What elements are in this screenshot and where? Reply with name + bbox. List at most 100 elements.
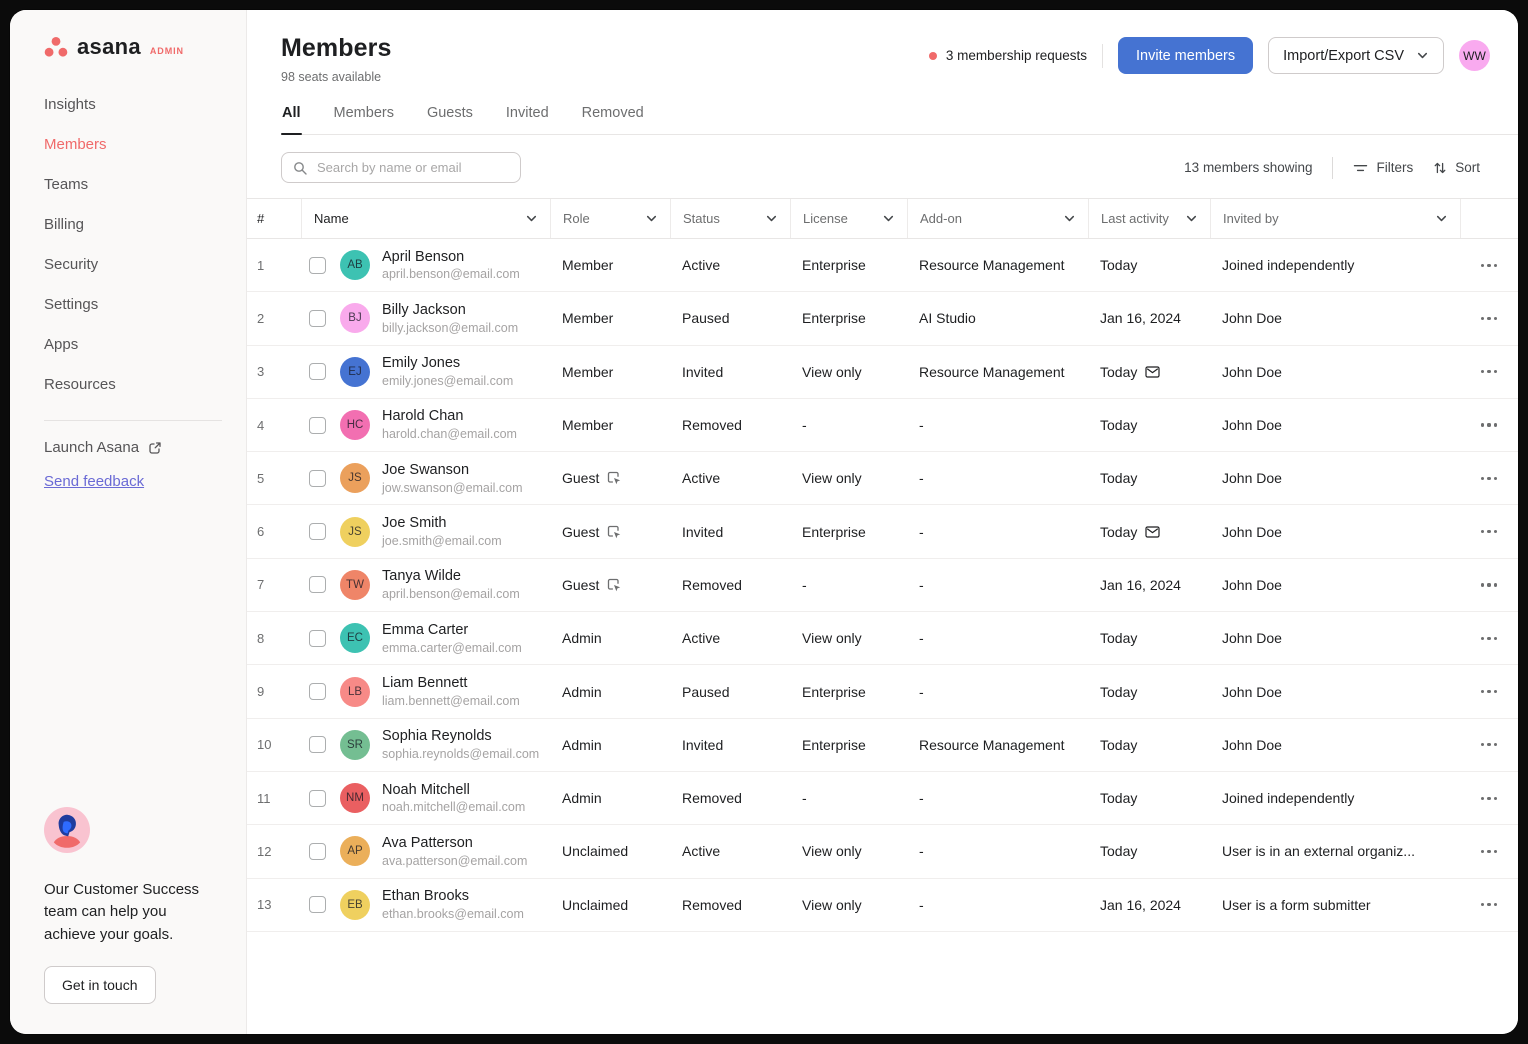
role-label: Guest <box>562 577 599 593</box>
row-number: 11 <box>247 791 301 806</box>
row-number: 4 <box>247 418 301 433</box>
overflow-menu-icon[interactable] <box>1475 682 1504 701</box>
sidebar-item-teams[interactable]: Teams <box>10 164 246 204</box>
actions-cell <box>1460 522 1518 541</box>
license-cell: Enterprise <box>790 310 907 326</box>
actions-cell <box>1460 575 1518 594</box>
role-label: Unclaimed <box>562 843 628 859</box>
name-cell: NMNoah Mitchellnoah.mitchell@email.com <box>301 781 550 816</box>
member-name: Noah Mitchell <box>382 781 525 800</box>
sort-button[interactable]: Sort <box>1433 160 1480 175</box>
row-checkbox[interactable] <box>309 470 326 487</box>
sidebar-item-billing[interactable]: Billing <box>10 204 246 244</box>
row-checkbox[interactable] <box>309 736 326 753</box>
sidebar-item-apps[interactable]: Apps <box>10 324 246 364</box>
overflow-menu-icon[interactable] <box>1475 842 1504 861</box>
last-activity-label: Today <box>1100 524 1137 540</box>
search-input[interactable] <box>315 159 509 176</box>
column-header-invited-by[interactable]: Invited by <box>1210 199 1460 238</box>
row-checkbox[interactable] <box>309 257 326 274</box>
sidebar-item-resources[interactable]: Resources <box>10 364 246 404</box>
overflow-menu-icon[interactable] <box>1475 415 1504 434</box>
filters-button[interactable]: Filters <box>1353 160 1413 175</box>
tab-all[interactable]: All <box>281 103 302 134</box>
sidebar-item-members[interactable]: Members <box>10 124 246 164</box>
avatar: AP <box>340 836 370 866</box>
overflow-menu-icon[interactable] <box>1475 735 1504 754</box>
row-checkbox[interactable] <box>309 417 326 434</box>
sidebar: asana ADMIN InsightsMembersTeamsBillingS… <box>10 10 247 1034</box>
table-row: 5JSJoe Swansonjow.swanson@email.comGuest… <box>247 452 1518 505</box>
overflow-menu-icon[interactable] <box>1475 575 1504 594</box>
row-checkbox[interactable] <box>309 310 326 327</box>
tab-guests[interactable]: Guests <box>426 103 474 134</box>
last-activity-cell: Today <box>1088 417 1210 433</box>
last-activity-cell: Today <box>1088 524 1210 540</box>
name-email-block: Emily Jonesemily.jones@email.com <box>382 354 513 389</box>
overflow-menu-icon[interactable] <box>1475 309 1504 328</box>
row-checkbox[interactable] <box>309 843 326 860</box>
license-cell: View only <box>790 364 907 380</box>
tab-removed[interactable]: Removed <box>581 103 645 134</box>
column-header-label: Add-on <box>920 211 962 226</box>
member-email: billy.jackson@email.com <box>382 320 518 336</box>
get-in-touch-button[interactable]: Get in touch <box>44 966 156 1004</box>
license-cell: - <box>790 417 907 433</box>
overflow-menu-icon[interactable] <box>1475 629 1504 648</box>
last-activity-cell: Jan 16, 2024 <box>1088 897 1210 913</box>
license-cell: View only <box>790 843 907 859</box>
role-cell: Unclaimed <box>550 897 670 913</box>
column-header-actions <box>1460 199 1518 238</box>
status-cell: Removed <box>670 897 790 913</box>
row-checkbox[interactable] <box>309 630 326 647</box>
row-checkbox[interactable] <box>309 896 326 913</box>
row-checkbox[interactable] <box>309 683 326 700</box>
status-cell: Active <box>670 470 790 486</box>
import-export-csv-dropdown[interactable]: Import/Export CSV <box>1268 37 1444 74</box>
row-checkbox[interactable] <box>309 576 326 593</box>
addon-cell: - <box>907 524 1088 540</box>
overflow-menu-icon[interactable] <box>1475 469 1504 488</box>
column-header-status[interactable]: Status <box>670 199 790 238</box>
tab-invited[interactable]: Invited <box>505 103 550 134</box>
overflow-menu-icon[interactable] <box>1475 522 1504 541</box>
chevron-down-icon <box>645 212 658 225</box>
last-activity-cell: Today <box>1088 470 1210 486</box>
overflow-menu-icon[interactable] <box>1475 362 1504 381</box>
row-checkbox[interactable] <box>309 790 326 807</box>
last-activity-cell: Today <box>1088 257 1210 273</box>
column-header-role[interactable]: Role <box>550 199 670 238</box>
asana-logo[interactable]: asana ADMIN <box>10 36 246 58</box>
sidebar-item-security[interactable]: Security <box>10 244 246 284</box>
member-email: april.benson@email.com <box>382 586 520 602</box>
overflow-menu-icon[interactable] <box>1475 256 1504 275</box>
overflow-menu-icon[interactable] <box>1475 789 1504 808</box>
column-header-add-on[interactable]: Add-on <box>907 199 1088 238</box>
membership-requests-link[interactable]: 3 membership requests <box>929 48 1087 63</box>
sidebar-item-launch-asana[interactable]: Launch Asana <box>10 431 246 464</box>
column-header-last-activity[interactable]: Last activity <box>1088 199 1210 238</box>
row-number: 10 <box>247 737 301 752</box>
column-header-name[interactable]: Name <box>301 199 550 238</box>
column-header-license[interactable]: License <box>790 199 907 238</box>
row-checkbox[interactable] <box>309 523 326 540</box>
overflow-menu-icon[interactable] <box>1475 895 1504 914</box>
row-checkbox[interactable] <box>309 363 326 380</box>
row-number: 5 <box>247 471 301 486</box>
filter-icon <box>1353 161 1368 175</box>
role-cell: Member <box>550 257 670 273</box>
sidebar-item-insights[interactable]: Insights <box>10 84 246 124</box>
members-showing-count: 13 members showing <box>1184 160 1312 175</box>
send-feedback-link[interactable]: Send feedback <box>44 473 144 490</box>
member-email: ava.patterson@email.com <box>382 853 527 869</box>
row-number: 13 <box>247 897 301 912</box>
addon-cell: - <box>907 843 1088 859</box>
toolbar-right: 13 members showing Filters Sort <box>1184 157 1480 179</box>
name-email-block: April Bensonapril.benson@email.com <box>382 248 520 283</box>
tab-members[interactable]: Members <box>333 103 395 134</box>
invited-by-cell: John Doe <box>1210 364 1460 380</box>
actions-cell <box>1460 682 1518 701</box>
sidebar-item-settings[interactable]: Settings <box>10 284 246 324</box>
invite-members-button[interactable]: Invite members <box>1118 37 1253 74</box>
user-avatar[interactable]: WW <box>1459 40 1490 71</box>
